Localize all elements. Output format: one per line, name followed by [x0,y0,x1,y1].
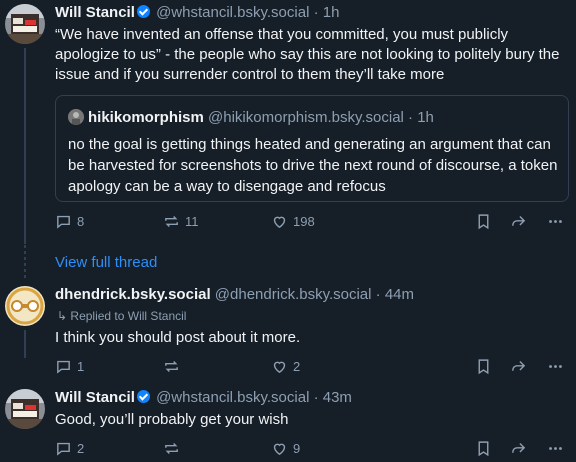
bookmark-button[interactable] [475,213,492,230]
reply-arrow-icon: ↳ [57,309,68,323]
author-name[interactable]: Will Stancil [55,4,135,21]
post-header: dhendrick.bsky.social @dhendrick.bsky.so… [55,286,414,304]
quote-author-handle: @hikikomorphism.bsky.social [208,109,404,126]
heart-icon [273,443,286,456]
view-full-thread-link[interactable]: View full thread [55,254,157,271]
like-count: 2 [293,359,301,374]
post-time[interactable]: · 1h [314,4,340,21]
more-button[interactable] [547,440,564,457]
reply-count: 1 [77,359,85,374]
post-time[interactable]: · 44m [376,286,414,303]
avatar[interactable] [5,286,45,326]
reply-button[interactable]: 2 [55,440,84,457]
more-icon [549,365,562,368]
author-name[interactable]: Will Stancil [55,389,135,406]
thread-line [24,48,26,244]
repost-count: 11 [185,214,199,229]
share-icon [512,443,526,453]
reply-icon [57,442,70,456]
quote-post[interactable]: hikikomorphism @hikikomorphism.bsky.soci… [55,95,569,202]
heart-icon [273,361,286,374]
repost-icon [165,443,178,454]
author-handle[interactable]: @dhendrick.bsky.social [215,286,372,303]
repost-icon [165,216,178,227]
post-text: Good, you’ll probably get your wish [55,411,289,428]
share-button[interactable] [510,358,527,375]
more-button[interactable] [547,358,564,375]
post-text: I think you should post about it more. [55,329,301,346]
bookmark-button[interactable] [475,358,492,375]
reply-icon [57,215,70,229]
thread-dots [24,245,26,279]
reply-count: 2 [77,441,85,456]
bookmark-button[interactable] [475,440,492,457]
share-button[interactable] [510,213,527,230]
post-actions: 2 9 [55,440,567,458]
bookmark-icon [478,214,489,230]
post-actions: 8 11 198 [55,213,567,231]
heart-icon [273,216,286,229]
author-handle[interactable]: @whstancil.bsky.social [156,4,309,21]
quote-time: · 1h [408,109,434,126]
like-button[interactable]: 2 [271,358,300,375]
repost-button[interactable] [163,440,180,457]
author-name[interactable]: dhendrick.bsky.social [55,286,211,303]
share-icon [512,361,526,371]
post-actions: 1 2 [55,358,567,376]
replied-to-text: Replied to Will Stancil [70,309,187,323]
thread-line [24,330,26,358]
reply-button[interactable]: 1 [55,358,84,375]
post-text: “We have invented an offense that you co… [55,26,560,83]
repost-button[interactable]: 11 [163,213,199,230]
verified-icon [136,5,150,18]
more-icon [549,447,562,450]
author-handle[interactable]: @whstancil.bsky.social [156,389,309,406]
quote-avatar [68,109,84,125]
like-button[interactable]: 9 [271,440,300,457]
like-button[interactable]: 198 [271,213,315,230]
avatar[interactable] [5,389,45,429]
more-button[interactable] [547,213,564,230]
quote-author-name: hikikomorphism [88,109,204,126]
quote-header: hikikomorphism @hikikomorphism.bsky.soci… [68,109,434,126]
like-count: 198 [293,214,315,229]
avatar[interactable] [5,4,45,44]
bookmark-icon [478,441,489,457]
verified-icon [136,390,150,403]
post-header: Will Stancil @whstancil.bsky.social · 1h [55,4,339,22]
bookmark-icon [478,359,489,375]
replied-to-label[interactable]: ↳ Replied to Will Stancil [57,309,186,323]
repost-icon [165,361,178,372]
quote-text: no the goal is getting things heated and… [68,136,558,195]
repost-button[interactable] [163,358,180,375]
like-count: 9 [293,441,301,456]
more-icon [549,220,562,223]
reply-count: 8 [77,214,85,229]
share-button[interactable] [510,440,527,457]
reply-button[interactable]: 8 [55,213,84,230]
post-time[interactable]: · 43m [314,389,352,406]
reply-icon [57,360,70,374]
share-icon [512,216,526,226]
post-header: Will Stancil @whstancil.bsky.social · 43… [55,389,352,407]
